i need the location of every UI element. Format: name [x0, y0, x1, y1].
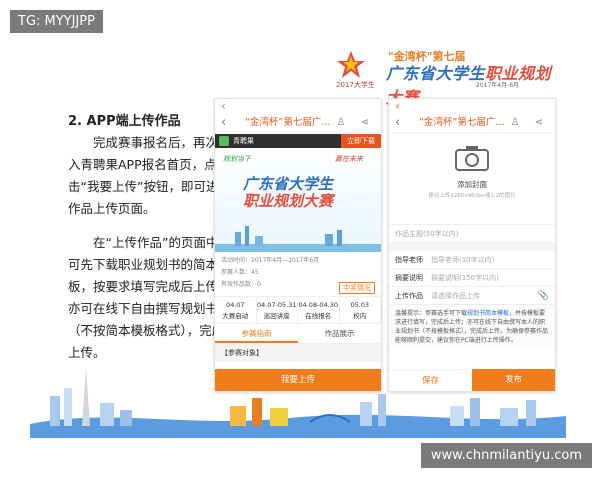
upload-file-input[interactable]: 上传作品 请选择作品上传 📎	[389, 287, 555, 305]
tab-guide[interactable]: 参赛指南	[215, 324, 298, 343]
advisor-input[interactable]: 指导老师 指导老师(10字以内)	[389, 251, 555, 269]
download-button[interactable]: 立即下载	[341, 134, 381, 148]
add-cover-area[interactable]: 添加封面 建议上传1280x960px或1:2的图片	[389, 133, 555, 225]
slide: 2017大学生 "金湾杯"第七届 广东省大学生职业规划大赛 2017年4月-6月…	[30, 38, 566, 438]
top-bar: ‹	[389, 99, 555, 113]
award-button[interactable]: 中奖情况	[339, 282, 375, 294]
back-icon[interactable]: ‹	[395, 99, 400, 113]
schedule-timeline: 04.07 大赛启动 04.07-05.31 巡回讲座 04.08-04.30 在线报…	[215, 296, 381, 324]
camera-icon[interactable]	[455, 145, 489, 171]
user-share-icons[interactable]: ♙ ⋖	[510, 116, 549, 130]
phone-screenshot-upload: ‹ ‹ “金湾杯”第七届广... ♙ ⋖ 添加封面 建议上传1280x960px…	[388, 98, 556, 392]
nav-bar: ‹ “金湾杯”第七届广... ♙ ⋖	[389, 113, 555, 133]
event-poster: 规划当下 赢在未来 广东省大学生 职业规划大赛	[215, 148, 381, 252]
top-bar: ‹	[215, 99, 381, 113]
back-arrow-icon[interactable]: ‹	[221, 115, 226, 131]
publish-button[interactable]: 发布	[472, 369, 555, 391]
poster-city-icon	[215, 226, 381, 252]
timeline-item: 04.07 大赛启动	[215, 297, 257, 323]
user-share-icons[interactable]: ♙ ⋖	[336, 116, 375, 130]
section-participants: 【参赛对象】	[215, 344, 381, 362]
star-logo-icon	[337, 51, 365, 78]
section-title: 2. APP端上传作品	[68, 114, 181, 129]
app-download-bar: 青聘果 立即下载	[215, 134, 381, 148]
action-buttons: 保存 发布	[389, 369, 555, 391]
tab-bar: 参赛指南 作品展示	[215, 324, 381, 344]
poster-slogan-left: 规划当下	[223, 155, 251, 163]
poster-slogan-right: 赢在未来	[335, 155, 363, 163]
phone-screenshot-registration: ‹ ‹ “金湾杯”第七届广... ♙ ⋖ 青聘果 立即下载 规划当下 赢在未来 …	[214, 98, 382, 392]
event-info: 活动时间：2017年4月—2017年6月 参赛人数：45 有效作品数：0 中奖情…	[215, 252, 381, 294]
divider	[389, 243, 555, 251]
summary-input[interactable]: 摘要说明 摘要说明(150字以内)	[389, 269, 555, 287]
back-arrow-icon[interactable]: ‹	[395, 115, 400, 131]
tab-showcase[interactable]: 作品展示	[298, 324, 381, 343]
logo-caption: 2017大学生	[336, 81, 375, 89]
notice-text: 温馨提示：参赛选手可下载规划书简本模板，并按模板要求进行填写，完成后上传；亦可在…	[389, 305, 555, 349]
attachment-icon[interactable]: 📎	[538, 287, 549, 305]
nav-title: “金湾杯”第七届广...	[245, 117, 331, 128]
title-input[interactable]: 作品主题(50字以内)	[389, 225, 555, 243]
template-link[interactable]: 规划书简本模板	[467, 310, 509, 317]
back-icon[interactable]: ‹	[221, 99, 226, 113]
event-time: 活动时间：2017年4月—2017年6月	[221, 257, 320, 264]
timeline-item: 04.08-04.30 在线报名	[298, 297, 340, 323]
cover-hint: 建议上传1280x960px或1:2的图片	[428, 193, 516, 199]
timeline-item: 05.03 校内	[340, 297, 381, 323]
app-name: 青聘果	[233, 137, 254, 145]
participant-count: 参赛人数：45	[221, 269, 259, 276]
save-button[interactable]: 保存	[389, 369, 472, 391]
upload-button[interactable]: 我要上传	[215, 369, 381, 391]
nav-bar: ‹ “金湾杯”第七届广... ♙ ⋖	[215, 113, 381, 133]
app-icon	[219, 136, 229, 146]
timeline-item: 04.07-05.31 巡回讲座	[257, 297, 298, 323]
tag-label: TG: MYYJJPP	[10, 10, 103, 33]
banner-logo: 2017大学生 "金湾杯"第七届 广东省大学生职业规划大赛 2017年4月-6月	[336, 48, 562, 107]
add-cover-label: 添加封面	[457, 180, 487, 189]
nav-title: “金湾杯”第七届广...	[419, 117, 505, 128]
watermark-label: www.chnmilantiyu.com	[420, 443, 592, 468]
poster-title: 广东省大学生 职业规划大赛	[243, 175, 334, 210]
banner-date: 2017年4月-6月	[476, 82, 520, 89]
